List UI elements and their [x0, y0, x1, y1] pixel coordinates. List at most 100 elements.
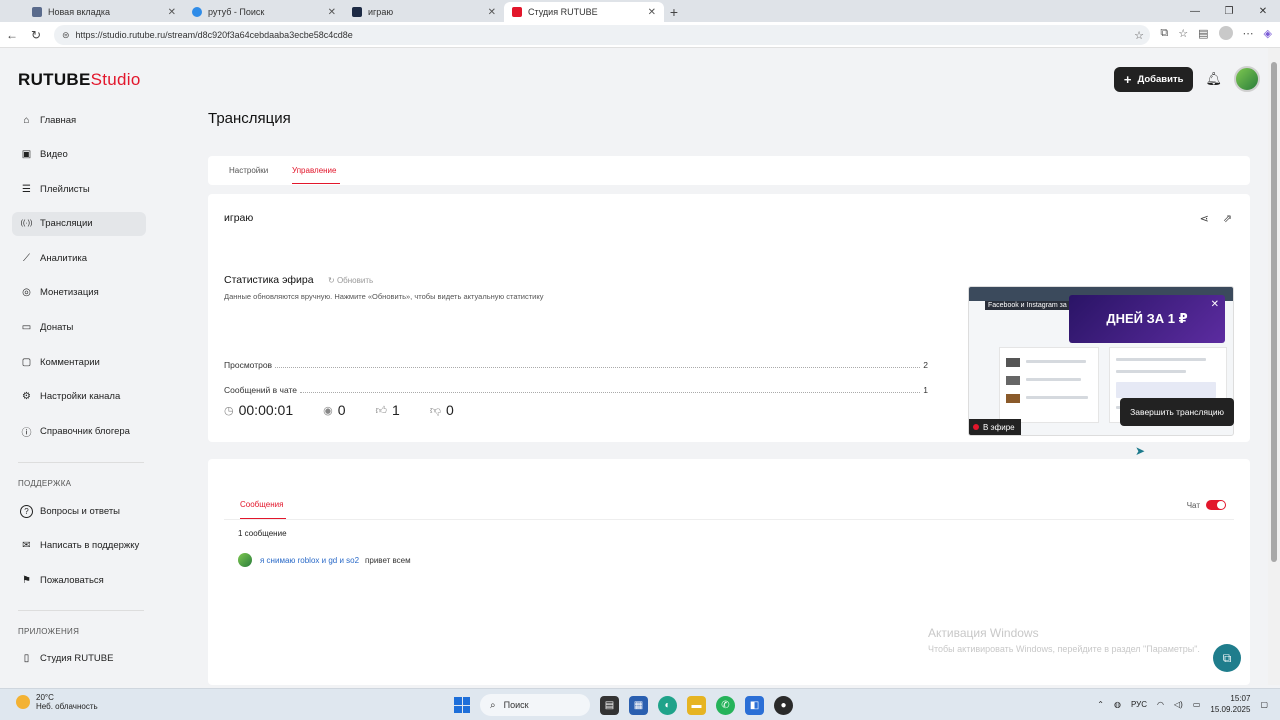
browser-tab-active[interactable]: Студия RUTUBE ✕ — [504, 2, 664, 22]
donate-icon: ▭ — [21, 322, 32, 334]
sidebar-item-blogger-guide[interactable]: ⓘ Справочник блогера — [12, 419, 146, 443]
browser-tab[interactable]: рутуб - Поиск ✕ — [184, 2, 344, 22]
dotted-leader — [275, 367, 921, 368]
preview-left-pane — [999, 347, 1099, 423]
task-view-icon[interactable]: ▤ — [600, 695, 619, 715]
back-icon[interactable]: ← — [0, 28, 24, 42]
sidebar-item-video[interactable]: ▣ Видео — [12, 143, 146, 167]
stat-row-chat-messages: Сообщений в чате 1 — [224, 385, 928, 395]
reload-icon[interactable]: ↻ — [24, 28, 48, 42]
close-icon[interactable]: ✕ — [648, 7, 656, 18]
sidebar-item-channel-settings[interactable]: ⚙ Настройки канала — [12, 385, 146, 409]
wifi-icon[interactable]: ◠ — [1157, 700, 1164, 709]
url-field[interactable]: ⊜ https://studio.rutube.ru/stream/d8c920… — [54, 25, 1150, 45]
sidebar-item-contact-support[interactable]: ✉ Написать в поддержку — [12, 534, 146, 558]
scrollbar-thumb[interactable] — [1271, 62, 1277, 562]
open-external-icon[interactable]: ⇗ — [1223, 212, 1232, 225]
sidebar-item-report[interactable]: ⚑ Пожаловаться — [12, 568, 146, 592]
copilot-icon[interactable]: ◈ — [1264, 27, 1272, 40]
maximize-icon[interactable]: ❐ — [1212, 6, 1246, 17]
weather-widget[interactable]: 20°C Неб. облачность — [16, 693, 98, 711]
close-window-icon[interactable]: ✕ — [1246, 6, 1280, 17]
tray-chevron-icon[interactable]: ⌃ — [1097, 700, 1104, 709]
tab-settings[interactable]: Настройки — [229, 166, 268, 175]
sidebar-item-faq[interactable]: ? Вопросы и ответы — [12, 499, 146, 523]
tab-messages[interactable]: Сообщения — [240, 500, 283, 509]
sidebar-item-comments[interactable]: ▢ Комментарии — [12, 350, 146, 374]
menu-icon[interactable]: ⋯ — [1243, 27, 1254, 40]
volume-icon[interactable]: ◁) — [1174, 700, 1183, 709]
site-info-icon[interactable]: ⊜ — [62, 30, 70, 41]
playlist-icon: ☰ — [22, 183, 31, 195]
whatsapp-icon[interactable]: ✆ — [716, 695, 735, 715]
preview-line — [1026, 360, 1086, 363]
chat-toggle-label: Чат — [1186, 500, 1200, 510]
battery-icon[interactable]: ▭ — [1193, 700, 1201, 709]
game-app-icon[interactable]: ● — [774, 695, 793, 715]
collections-icon[interactable]: ▤ — [1198, 27, 1208, 40]
chat-toggle[interactable] — [1206, 500, 1226, 510]
sidebar-item-analytics[interactable]: ⟋ Аналитика — [12, 246, 146, 270]
edge-icon[interactable]: ◐ — [658, 695, 677, 715]
preview-line — [1116, 358, 1206, 361]
windows-start-icon[interactable] — [454, 697, 470, 713]
sidebar-item-label: Вопросы и ответы — [40, 505, 121, 517]
sidebar-item-studio-app[interactable]: ▯ Студия RUTUBE — [12, 646, 146, 670]
new-tab-icon[interactable]: + — [664, 2, 684, 22]
browser-tab[interactable]: Новая вкладка ✕ — [24, 2, 184, 22]
taskbar-search[interactable]: ⌕ Поиск — [480, 694, 590, 716]
page-scrollbar[interactable] — [1268, 48, 1280, 685]
sidebar-item-monetization[interactable]: ◎ Монетизация — [12, 281, 146, 305]
tray-app-icon[interactable]: ◍ — [1114, 700, 1121, 709]
share-icon[interactable]: ⋖ — [1200, 212, 1209, 225]
support-heading: ПОДДЕРЖКА — [18, 479, 72, 488]
sidebar-item-home[interactable]: ⌂ Главная — [12, 108, 146, 132]
avatar[interactable] — [238, 553, 252, 567]
tab-title: Новая вкладка — [48, 7, 111, 17]
sidebar-item-donations[interactable]: ▭ Донаты — [12, 316, 146, 340]
profile-icon[interactable] — [1218, 26, 1233, 40]
preview-promo-banner: ДНЕЙ ЗА 1 ₽ ✕ — [1069, 295, 1225, 343]
header-actions: + Добавить 🔔︎ — [1113, 66, 1260, 92]
file-explorer-icon[interactable]: ▬ — [687, 695, 706, 715]
close-icon[interactable]: ✕ — [488, 7, 496, 18]
app-icon[interactable]: ◧ — [745, 695, 764, 715]
system-tray: ⌃ ◍ РУС ◠ ◁) ▭ 15:07 15.09.2025 ▢ — [1097, 693, 1268, 715]
close-icon[interactable]: ✕ — [168, 7, 176, 18]
bookmark-star-icon[interactable]: ☆ — [1134, 29, 1144, 42]
chat-message: я снимаю roblox и gd и so2 привет всем — [238, 553, 411, 567]
notification-bell-icon[interactable]: 🔔︎ — [1205, 71, 1222, 87]
sidebar-divider — [18, 462, 144, 463]
sidebar-item-playlists[interactable]: ☰ Плейлисты — [12, 177, 146, 201]
apps-heading: ПРИЛОЖЕНИЯ — [18, 627, 80, 636]
avatar[interactable] — [1234, 66, 1260, 92]
close-icon[interactable]: ✕ — [328, 7, 336, 18]
favorites-icon[interactable]: ☆ — [1178, 27, 1188, 40]
minimize-icon[interactable]: — — [1178, 6, 1212, 17]
sidebar-item-label: Настройки канала — [40, 391, 121, 403]
message-author[interactable]: я снимаю roblox и gd и so2 — [260, 556, 359, 565]
rutube-studio-logo[interactable]: RUTUBEStudio — [18, 70, 141, 90]
sidebar-item-label: Комментарии — [40, 356, 100, 368]
browser-tab[interactable]: играю ✕ — [344, 2, 504, 22]
add-button[interactable]: + Добавить — [1113, 66, 1194, 92]
sidebar-item-streams[interactable]: ((·)) Трансляции — [12, 211, 146, 236]
window-controls: — ❐ ✕ — [1178, 0, 1280, 22]
stream-name: играю — [224, 212, 254, 224]
end-stream-button[interactable]: Завершить трансляцию — [1120, 398, 1234, 426]
tab-management[interactable]: Управление — [292, 166, 336, 175]
clock[interactable]: 15:07 15.09.2025 — [1210, 693, 1250, 715]
help-chat-icon[interactable]: ⧉ — [1213, 644, 1241, 672]
preview-thumbnail — [1006, 358, 1020, 367]
extension-icon[interactable]: ⧉ — [1160, 27, 1168, 40]
sidebar-item-label: Монетизация — [40, 287, 99, 299]
browser-tabbar: Новая вкладка ✕ рутуб - Поиск ✕ играю ✕ … — [0, 0, 1280, 22]
language-indicator[interactable]: РУС — [1131, 700, 1147, 709]
dislikes-value: 0 — [445, 402, 454, 418]
taskbar: 20°C Неб. облачность ⌕ Поиск ▤ ▦ ◐ ▬ ✆ ◧… — [0, 688, 1280, 720]
sidebar-item-label: Трансляции — [40, 218, 93, 230]
viewers-counter: ◉ 0 — [323, 402, 345, 418]
notifications-icon[interactable]: ▢ — [1260, 700, 1268, 709]
refresh-button[interactable]: ↻ Обновить — [328, 276, 373, 285]
store-icon[interactable]: ▦ — [629, 695, 648, 715]
